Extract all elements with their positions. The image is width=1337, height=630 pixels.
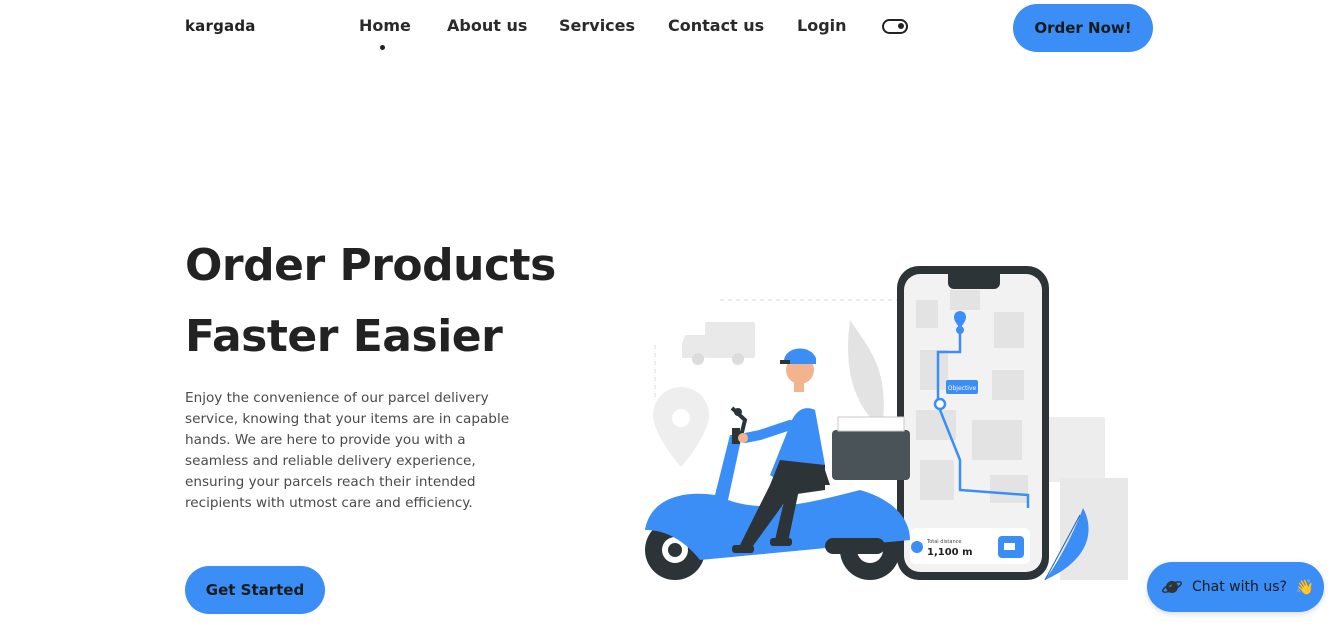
theme-toggle-icon[interactable] bbox=[882, 19, 908, 34]
nav-item-contact[interactable]: Contact us bbox=[668, 16, 764, 35]
hero-description: Enjoy the convenience of our parcel deli… bbox=[185, 390, 510, 511]
hero-title-line1: Order Products bbox=[185, 240, 556, 291]
chat-label: Chat with us? bbox=[1192, 579, 1287, 595]
nav-item-login[interactable]: Login bbox=[797, 16, 847, 35]
nav-item-about[interactable]: About us bbox=[447, 16, 527, 35]
hero-title-line2: Faster Easier bbox=[185, 311, 503, 362]
site-logo[interactable]: kargada bbox=[185, 17, 256, 35]
order-now-button[interactable]: Order Now! bbox=[1013, 4, 1153, 52]
waving-hand-icon: 👋 bbox=[1295, 578, 1315, 596]
toggle-knob bbox=[898, 23, 904, 29]
distance-value: 1,100 m bbox=[927, 547, 973, 558]
distance-label: Total distance bbox=[926, 539, 961, 545]
nav-item-services[interactable]: Services bbox=[559, 16, 635, 35]
chat-with-us-button[interactable]: Chat with us? 👋 bbox=[1147, 562, 1324, 612]
delivery-illustration: Objective Total distance 1,100 m bbox=[645, 266, 1128, 581]
planet-icon bbox=[1162, 581, 1182, 593]
nav-item-home[interactable]: Home bbox=[359, 16, 411, 35]
background-truck-icon bbox=[682, 322, 755, 365]
map-objective-label: Objective bbox=[948, 385, 977, 392]
active-indicator-dot bbox=[380, 45, 385, 50]
get-started-button[interactable]: Get Started bbox=[185, 566, 325, 614]
top-navbar: kargada Home About us Services Contact u… bbox=[0, 0, 1337, 60]
